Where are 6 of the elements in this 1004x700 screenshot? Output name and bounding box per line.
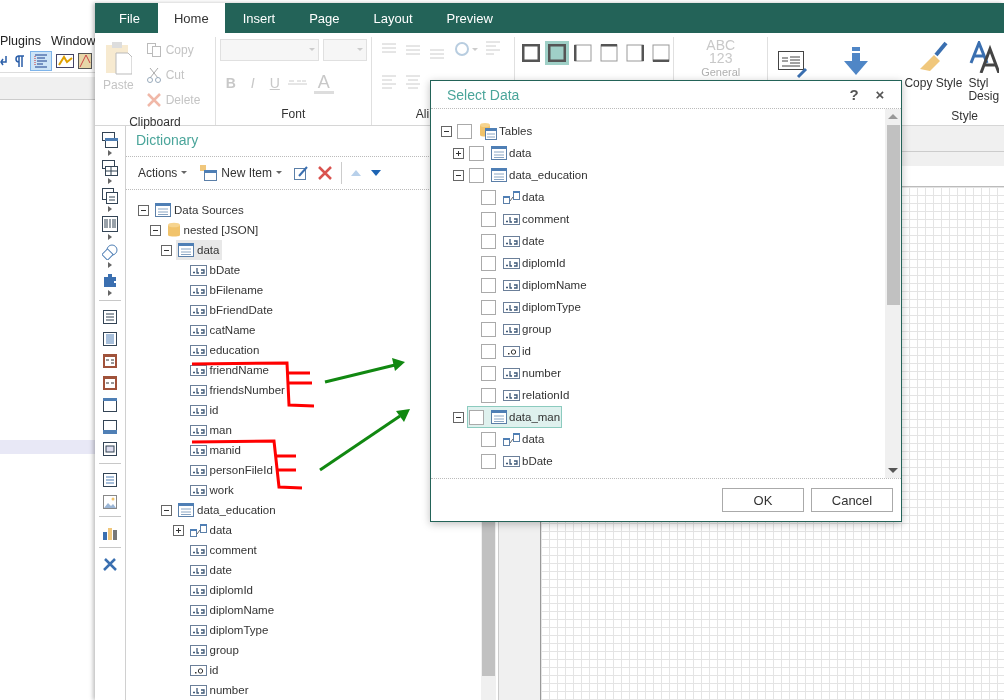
panel-title: Dictionary: [136, 132, 199, 150]
group-label: Font: [280, 106, 307, 123]
group-label: Style: [951, 108, 978, 125]
dialog-title: Select Data: [447, 86, 521, 103]
group-label: Ali: [414, 106, 431, 123]
group-label: Clipboard: [128, 114, 182, 131]
